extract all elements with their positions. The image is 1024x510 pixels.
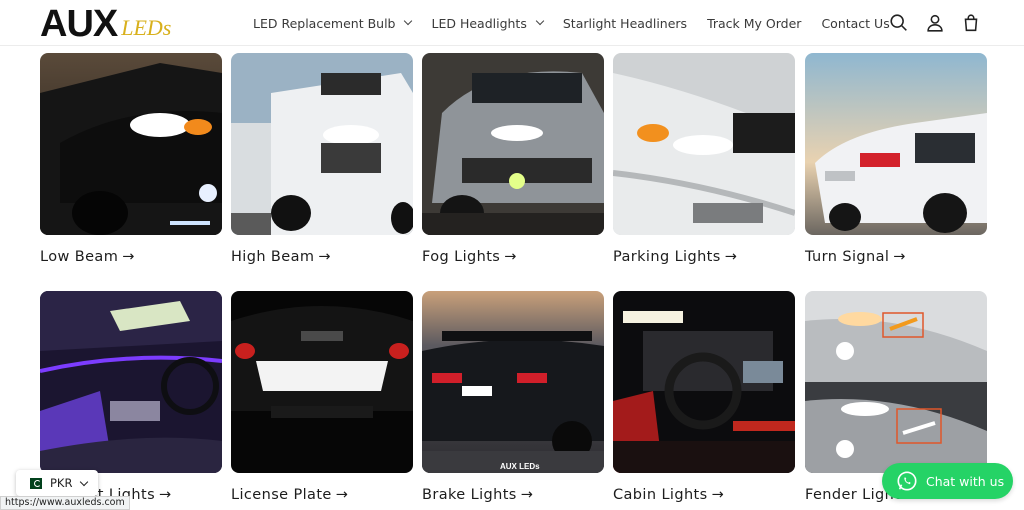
status-bar-url: https://www.auxleds.com <box>0 496 130 510</box>
category-image[interactable] <box>40 53 222 235</box>
category-image[interactable] <box>231 291 413 473</box>
category-title[interactable]: High Beam → <box>231 249 331 265</box>
arrow-right-icon: → <box>122 249 135 265</box>
category-image[interactable] <box>805 53 987 235</box>
main-nav: LED Replacement Bulb LED Headlights Star… <box>253 0 910 46</box>
category-title[interactable]: Turn Signal → <box>805 249 906 265</box>
arrow-right-icon: → <box>318 249 331 265</box>
chat-button-label: Chat with us <box>926 473 1005 489</box>
category-card-license-plate[interactable]: License Plate → <box>231 291 413 503</box>
whatsapp-icon <box>897 471 917 491</box>
category-card-high-beam[interactable]: High Beam → <box>231 53 413 265</box>
category-title[interactable]: License Plate → <box>231 487 348 503</box>
chevron-down-icon <box>404 16 413 26</box>
category-title[interactable]: Brake Lights → <box>422 487 533 503</box>
category-label: Low Beam <box>40 249 119 265</box>
category-image[interactable]: AUX LEDs <box>422 291 604 473</box>
logo-sub-text: LEDs <box>121 15 172 40</box>
site-logo[interactable]: AUX LEDs <box>40 3 171 43</box>
category-image[interactable] <box>422 53 604 235</box>
category-label: Brake Lights <box>422 487 517 503</box>
search-icon[interactable] <box>888 12 910 34</box>
site-header: AUX LEDs LED Replacement Bulb LED Headli… <box>0 0 1024 46</box>
nav-item-led-headlights[interactable]: LED Headlights <box>431 15 545 31</box>
header-icons <box>874 12 982 34</box>
category-title[interactable]: Parking Lights → <box>613 249 737 265</box>
category-card-ambient-lights[interactable]: Ambient Lights → <box>40 291 222 503</box>
nav-item-label: LED Headlights <box>431 15 527 31</box>
arrow-right-icon: → <box>159 487 172 503</box>
arrow-right-icon: → <box>711 487 725 503</box>
whatsapp-chat-button[interactable]: Chat with us <box>882 463 1013 499</box>
category-label: Turn Signal <box>805 249 890 265</box>
currency-code: PKR <box>50 476 73 490</box>
arrow-right-icon: → <box>893 249 906 265</box>
arrow-right-icon: → <box>335 487 349 503</box>
category-image[interactable] <box>40 291 222 473</box>
nav-item-track-my-order[interactable]: Track My Order <box>707 16 801 31</box>
category-label: High Beam <box>231 249 315 265</box>
category-image[interactable] <box>805 291 987 473</box>
category-card-brake-lights[interactable]: AUX LEDs Brake Lights → <box>422 291 604 503</box>
nav-item-label: LED Replacement Bulb <box>253 15 396 31</box>
logo-main-text: AUX <box>40 3 118 45</box>
category-title[interactable]: Low Beam → <box>40 249 135 265</box>
category-title[interactable]: Fog Lights → <box>422 249 517 265</box>
category-card-fender-lights[interactable]: Fender Lights→ <box>805 291 987 503</box>
nav-item-led-replacement-bulb[interactable]: LED Replacement Bulb <box>253 15 413 31</box>
category-image[interactable] <box>613 291 795 473</box>
arrow-right-icon: → <box>520 487 534 503</box>
category-image[interactable] <box>231 53 413 235</box>
category-image[interactable] <box>613 53 795 235</box>
nav-item-starlight-headliners[interactable]: Starlight Headliners <box>563 16 687 31</box>
category-card-turn-signal[interactable]: Turn Signal → <box>805 53 987 265</box>
category-title[interactable]: Cabin Lights → <box>613 487 724 503</box>
category-card-low-beam[interactable]: Low Beam → <box>40 53 222 265</box>
category-label: Fog Lights <box>422 249 501 265</box>
category-label: Parking Lights <box>613 249 721 265</box>
category-label: License Plate <box>231 487 332 503</box>
account-icon[interactable] <box>924 12 946 34</box>
category-card-fog-lights[interactable]: Fog Lights → <box>422 53 604 265</box>
cart-icon[interactable] <box>960 12 982 34</box>
arrow-right-icon: → <box>504 249 517 265</box>
chevron-down-icon <box>535 16 545 26</box>
category-card-parking-lights[interactable]: Parking Lights → <box>613 53 795 265</box>
category-label: Cabin Lights <box>613 487 708 503</box>
image-watermark: AUX LEDs <box>500 462 540 471</box>
nav-item-label: Track My Order <box>707 15 802 31</box>
pakistan-flag-icon <box>26 477 42 489</box>
chevron-down-icon <box>80 477 89 486</box>
arrow-right-icon: → <box>724 249 738 265</box>
currency-selector[interactable]: PKR <box>16 470 98 496</box>
category-card-cabin-lights[interactable]: Cabin Lights → <box>613 291 795 503</box>
nav-item-label: Starlight Headliners <box>562 15 688 31</box>
